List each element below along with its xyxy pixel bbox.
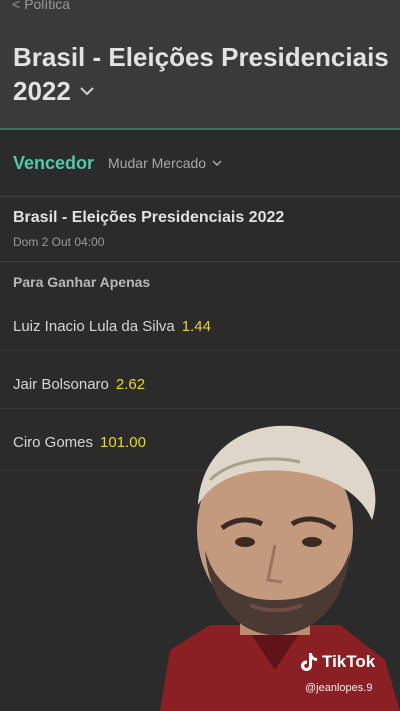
selection-row[interactable]: Luiz Inacio Lula da Silva 1.44 — [13, 313, 211, 339]
event-title: Brasil - Eleições Presidenciais 2022 — [13, 209, 285, 226]
header: < Política Brasil - Eleições Presidenciai… — [0, 0, 400, 130]
back-link[interactable]: < Política — [12, 0, 70, 12]
change-market-label: Mudar Mercado — [108, 155, 207, 171]
tiktok-logo-icon — [301, 653, 317, 671]
market-row: Vencedor Mudar Mercado — [13, 150, 222, 176]
selection-odds[interactable]: 1.44 — [182, 318, 211, 335]
chevron-down-icon[interactable] — [79, 86, 95, 96]
chevron-down-icon — [212, 159, 222, 166]
event-card[interactable]: Brasil - Eleições Presidenciais 2022 Dom… — [0, 196, 400, 262]
selection-odds[interactable]: 101.00 — [100, 434, 146, 451]
selection-row[interactable]: Jair Bolsonaro 2.62 — [13, 371, 145, 397]
back-label: Política — [24, 0, 71, 12]
selection-name: Luiz Inacio Lula da Silva — [13, 317, 175, 335]
change-market-button[interactable]: Mudar Mercado — [108, 155, 222, 171]
title-line2: 2022 — [13, 76, 95, 106]
row-divider — [0, 408, 400, 409]
row-divider — [0, 350, 400, 351]
page-title-year: 2022 — [13, 75, 71, 106]
selection-row[interactable]: Ciro Gomes 101.00 — [13, 429, 146, 455]
section-label: Para Ganhar Apenas — [13, 274, 151, 290]
selection-name: Ciro Gomes — [13, 433, 94, 451]
event-date: Dom 2 Out 04:00 — [13, 235, 105, 249]
chevron-left-icon: < — [12, 0, 21, 12]
selection-name: Jair Bolsonaro — [13, 375, 109, 393]
tiktok-watermark: TikTok — [300, 652, 375, 672]
creator-handle: @jeanlopes.9 — [305, 682, 373, 694]
tiktok-brand: TikTok — [322, 652, 376, 671]
selection-odds[interactable]: 2.62 — [116, 376, 145, 393]
market-winner-tab[interactable]: Vencedor — [13, 153, 94, 174]
page-title: Brasil - Eleições Presidenciais — [13, 42, 389, 72]
header-divider — [0, 128, 400, 130]
